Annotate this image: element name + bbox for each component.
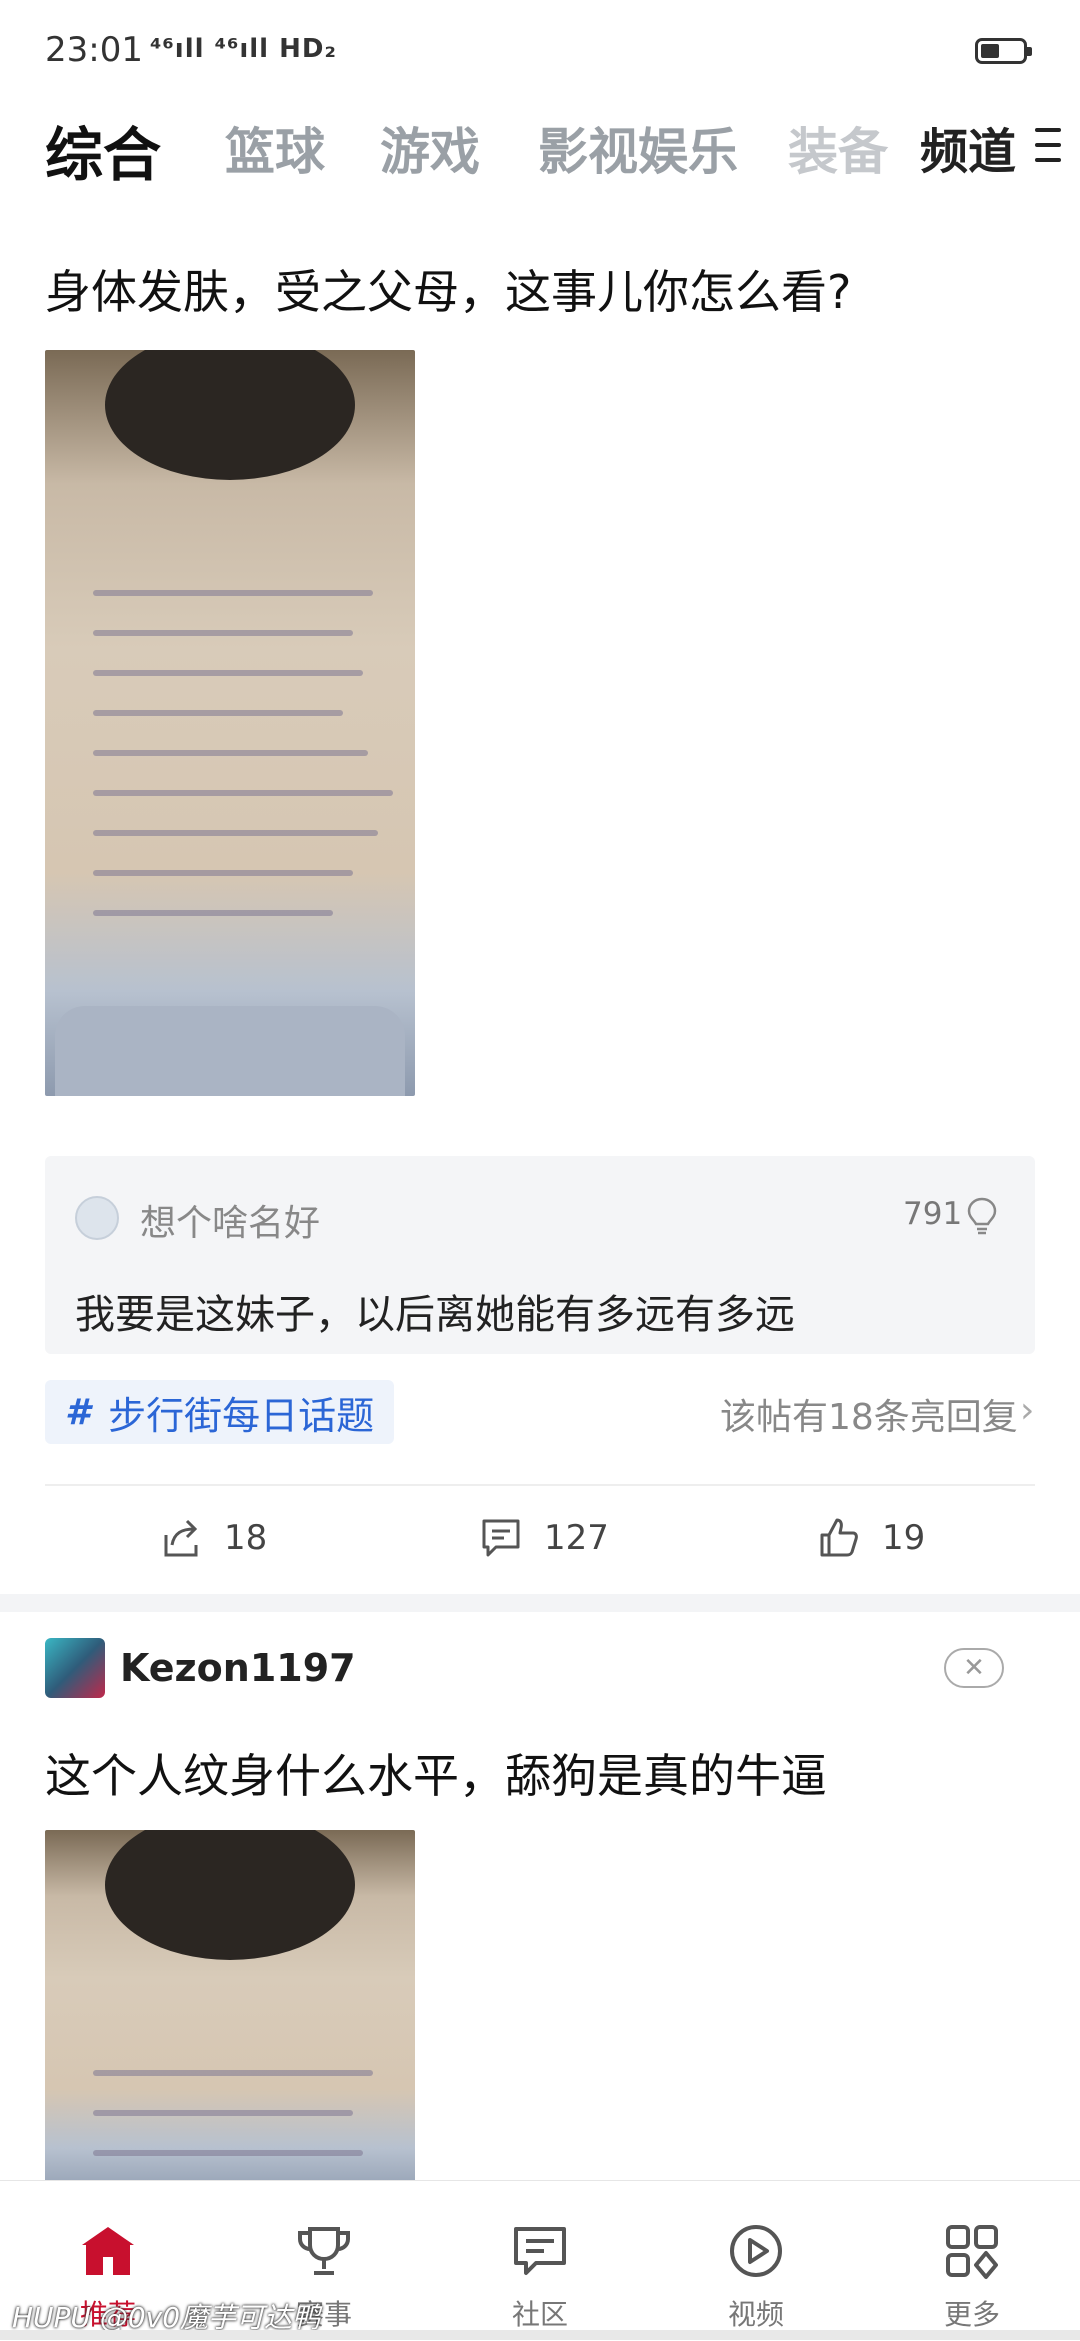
channel-button[interactable]: 频道 xyxy=(920,112,1016,182)
share-count: 18 xyxy=(224,1518,268,1558)
author-name[interactable]: Kezon1197 xyxy=(120,1646,356,1690)
bottom-strip xyxy=(0,2330,1080,2340)
close-icon[interactable]: ✕ xyxy=(944,1648,1004,1688)
divider xyxy=(45,1484,1035,1486)
tab-gear[interactable]: 装备 xyxy=(788,112,888,184)
share-icon xyxy=(164,1519,198,1557)
comment-text: 我要是这妹子，以后离她能有多远有多远 xyxy=(75,1292,795,1338)
highlight-replies-link[interactable]: 该帖有18条亮回复 xyxy=(720,1388,1018,1440)
post-image[interactable] xyxy=(45,350,415,1096)
comment-button[interactable]: 127 xyxy=(478,1508,609,1568)
comment-icon xyxy=(482,1519,520,1557)
topic-tag[interactable]: # 步行街每日话题 xyxy=(45,1380,395,1444)
message-icon xyxy=(514,2227,566,2275)
status-bar: 23:01 ⁴⁶ıll ⁴⁶ıll HD₂ xyxy=(0,0,1080,92)
nav-video[interactable]: 视频 xyxy=(648,2181,864,2341)
share-button[interactable]: 18 xyxy=(158,1508,267,1568)
battery-icon xyxy=(975,38,1032,64)
post-title[interactable]: 身体发肤，受之父母，这事儿你怎么看? xyxy=(45,256,851,322)
lightbulb-icon[interactable] xyxy=(965,1196,999,1236)
topic-icon: # xyxy=(65,1391,91,1433)
commenter-avatar xyxy=(75,1196,119,1240)
home-icon xyxy=(82,2227,134,2275)
nav-more[interactable]: 更多 xyxy=(864,2181,1080,2341)
chevron-right-icon: › xyxy=(1020,1390,1035,1431)
top-comment-card[interactable]: 想个啥名好 791 我要是这妹子，以后离她能有多远有多远 xyxy=(45,1156,1035,1354)
tab-basketball[interactable]: 篮球 xyxy=(225,112,325,184)
like-count: 19 xyxy=(882,1518,926,1558)
clock: 23:01 xyxy=(45,30,143,70)
tab-games[interactable]: 游戏 xyxy=(380,112,480,184)
play-icon xyxy=(730,2225,782,2277)
feed-separator xyxy=(0,1594,1080,1612)
avatar[interactable] xyxy=(45,1638,105,1698)
post-image-2[interactable] xyxy=(45,1830,415,2200)
trophy-icon xyxy=(298,2227,350,2275)
like-button[interactable]: 19 xyxy=(816,1508,925,1568)
signal-indicator: ⁴⁶ıll ⁴⁶ıll HD₂ xyxy=(150,34,337,64)
nav-community[interactable]: 社区 xyxy=(432,2181,648,2341)
tab-entertainment[interactable]: 影视娱乐 xyxy=(538,112,738,184)
thumbs-up-icon xyxy=(820,1518,858,1557)
post-title-2[interactable]: 这个人纹身什么水平，舔狗是真的牛逼 xyxy=(45,1740,827,1806)
tab-general[interactable]: 综合 xyxy=(45,108,161,192)
commenter-name: 想个啥名好 xyxy=(140,1203,321,1244)
comment-like-count: 791 xyxy=(903,1196,963,1232)
category-tabs: 综合 篮球 游戏 影视娱乐 装备 频道 xyxy=(0,112,1080,202)
grid-icon xyxy=(946,2225,998,2279)
topic-label: 步行街每日话题 xyxy=(108,1393,375,1438)
comment-count: 127 xyxy=(544,1518,609,1558)
menu-icon[interactable] xyxy=(1035,128,1061,166)
